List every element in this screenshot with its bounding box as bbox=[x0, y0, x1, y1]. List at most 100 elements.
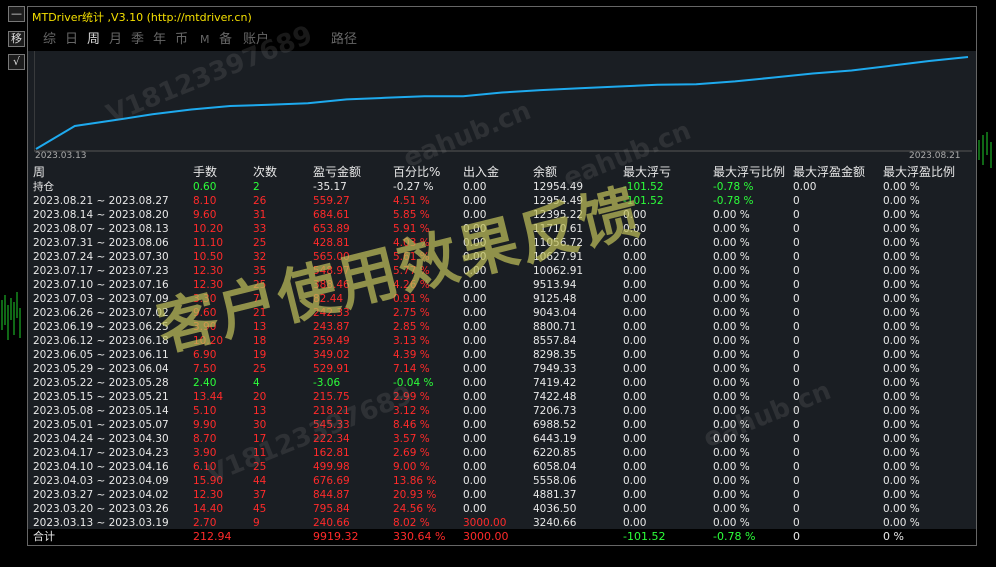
table-cell: 0.00 % bbox=[883, 489, 920, 501]
table-cell: 0.00 % bbox=[883, 307, 920, 319]
total-cell: 9919.32 bbox=[313, 530, 359, 543]
table-cell: 0.00 % bbox=[883, 237, 920, 249]
tab-day[interactable]: 日 bbox=[65, 29, 78, 51]
chart-end-date: 2023.08.21 bbox=[909, 151, 961, 161]
table-cell: 0.00 % bbox=[883, 265, 920, 277]
tab-account[interactable]: 账户 bbox=[243, 29, 269, 51]
table-cell: 0.00 % bbox=[883, 251, 920, 263]
table-cell: 0 bbox=[793, 237, 800, 249]
tab-month[interactable]: 月 bbox=[109, 29, 122, 51]
tab-path[interactable]: 路径 bbox=[331, 29, 357, 51]
table-cell: 0 bbox=[793, 279, 800, 291]
table-cell: 0.00 bbox=[623, 391, 647, 403]
table-cell: 2.75 % bbox=[393, 307, 430, 319]
column-header: 次数 bbox=[253, 165, 278, 179]
table-cell: 0.00 % bbox=[713, 447, 750, 459]
tab-m[interactable]: M bbox=[200, 29, 210, 51]
table-cell: 0.00 bbox=[463, 349, 487, 361]
tab-week[interactable]: 周 bbox=[87, 29, 100, 51]
table-row: 2023.04.03 ~ 2023.04.09 15.90 44 676.69 13.8… bbox=[28, 474, 976, 488]
table-cell: 0 bbox=[793, 447, 800, 459]
table-cell: -0.78 % bbox=[713, 181, 754, 193]
table-cell: 0 bbox=[793, 293, 800, 305]
chart-start-date: 2023.03.13 bbox=[35, 151, 87, 161]
table-cell: 3.57 % bbox=[393, 433, 430, 445]
table-cell: 31 bbox=[253, 209, 267, 221]
table-cell: 8.10 bbox=[193, 195, 217, 207]
table-cell: 0.00 % bbox=[713, 517, 750, 529]
table-cell: 545.33 bbox=[313, 419, 350, 431]
table-cell: 4.03 % bbox=[393, 237, 430, 249]
table-cell: 2023.05.29 ~ 2023.06.04 bbox=[33, 363, 169, 375]
table-cell: 0.00 bbox=[623, 279, 647, 291]
table-cell: 44 bbox=[253, 475, 267, 487]
table-cell: 2023.03.27 ~ 2023.04.02 bbox=[33, 489, 169, 501]
table-row: 2023.05.08 ~ 2023.05.14 5.10 13 218.21 3.12 … bbox=[28, 404, 976, 418]
table-cell: 0.00 % bbox=[883, 223, 920, 235]
tab-quarter[interactable]: 季 bbox=[131, 29, 144, 51]
table-cell: -101.52 bbox=[623, 181, 664, 193]
table-cell: 2023.05.15 ~ 2023.05.21 bbox=[33, 391, 169, 403]
table-cell: 0.00 % bbox=[883, 461, 920, 473]
table-cell: 0.00 % bbox=[883, 517, 920, 529]
table-cell: 9.90 bbox=[193, 419, 217, 431]
table-cell: 0.00 % bbox=[713, 335, 750, 347]
total-cell: 212.94 bbox=[193, 530, 232, 543]
table-cell: 215.75 bbox=[313, 391, 350, 403]
minimize-button[interactable]: — bbox=[8, 6, 25, 22]
table-cell: 7422.48 bbox=[533, 391, 577, 403]
table-cell: 8298.35 bbox=[533, 349, 577, 361]
table-cell: 2023.05.22 ~ 2023.05.28 bbox=[33, 377, 169, 389]
table-cell: 25 bbox=[253, 237, 267, 249]
column-header: 周 bbox=[33, 165, 46, 179]
table-cell: 4036.50 bbox=[533, 503, 577, 515]
table-cell: 26 bbox=[253, 195, 267, 207]
table-row: 2023.05.01 ~ 2023.05.07 9.90 30 545.33 8.46 … bbox=[28, 418, 976, 432]
window-title: MTDriver统计 ,V3.10 (http://mtdriver.cn) bbox=[28, 7, 976, 29]
total-cell: 330.64 % bbox=[393, 530, 446, 543]
table-cell: 259.49 bbox=[313, 335, 350, 347]
table-cell: 0.00 % bbox=[883, 181, 920, 193]
table-cell: 7.50 bbox=[193, 363, 217, 375]
table-cell: 2.99 % bbox=[393, 391, 430, 403]
table-cell: 6.90 bbox=[193, 349, 217, 361]
table-cell: 0.00 % bbox=[713, 489, 750, 501]
move-button[interactable]: 移 bbox=[8, 31, 25, 47]
tab-year[interactable]: 年 bbox=[153, 29, 166, 51]
table-cell: 0.00 % bbox=[883, 349, 920, 361]
table-cell: 0.00 % bbox=[713, 391, 750, 403]
table-cell: 2023.06.26 ~ 2023.07.02 bbox=[33, 307, 169, 319]
table-cell: 218.21 bbox=[313, 405, 350, 417]
table-cell: 653.89 bbox=[313, 223, 350, 235]
table-cell: 0.00 % bbox=[713, 363, 750, 375]
column-header: 最大浮亏比例 bbox=[713, 165, 786, 179]
table-cell: -35.17 bbox=[313, 181, 347, 193]
table-cell: 0.00 bbox=[463, 335, 487, 347]
table-cell: 2023.04.24 ~ 2023.04.30 bbox=[33, 433, 169, 445]
table-cell: 2023.04.10 ~ 2023.04.16 bbox=[33, 461, 169, 473]
tab-currency[interactable]: 币 bbox=[175, 29, 188, 51]
table-cell: 0 bbox=[793, 251, 800, 263]
table-cell: 0.91 % bbox=[393, 293, 430, 305]
table-cell: 14.40 bbox=[193, 503, 224, 515]
table-cell: 529.91 bbox=[313, 363, 350, 375]
table-cell: 240.66 bbox=[313, 517, 350, 529]
table-cell: 2023.07.10 ~ 2023.07.16 bbox=[33, 279, 169, 291]
table-cell: 8.46 % bbox=[393, 419, 430, 431]
total-row: 合计 212.94 9919.32 330.64 % 3000.00 -101.52 -0.… bbox=[28, 529, 976, 545]
table-cell: 17 bbox=[253, 433, 267, 445]
tab-notes[interactable]: 备 bbox=[219, 29, 232, 51]
column-header: 出入金 bbox=[463, 165, 500, 179]
tab-overview[interactable]: 综 bbox=[43, 29, 56, 51]
table-cell: 0.00 bbox=[623, 363, 647, 375]
table-cell: 0.00 % bbox=[713, 209, 750, 221]
table-row: 2023.08.14 ~ 2023.08.20 9.60 31 684.61 5.85 … bbox=[28, 208, 976, 222]
table-cell: 2023.08.07 ~ 2023.08.13 bbox=[33, 223, 169, 235]
confirm-button[interactable]: √ bbox=[8, 54, 25, 70]
table-cell: 2023.07.31 ~ 2023.08.06 bbox=[33, 237, 169, 249]
column-header: 最大浮盈金额 bbox=[793, 165, 866, 179]
table-cell: 242.33 bbox=[313, 307, 350, 319]
table-cell: 0.00 bbox=[623, 321, 647, 333]
table-cell: 2.85 % bbox=[393, 321, 430, 333]
column-header: 百分比% bbox=[393, 165, 441, 179]
